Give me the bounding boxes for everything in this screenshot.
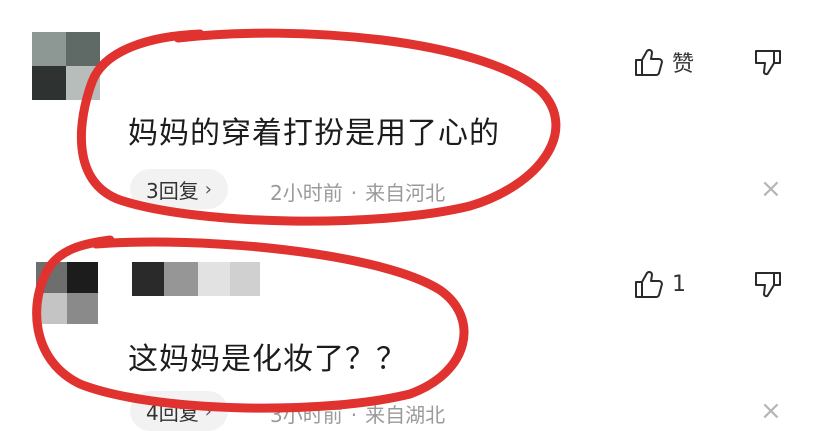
comment-text: 这妈妈是化妆了？？ <box>128 342 407 377</box>
avatar[interactable] <box>36 262 98 324</box>
comment-2: 这妈妈是化妆了？？ 4回复 › 3小时前 · 来自湖北 1 × <box>0 0 828 431</box>
comment-meta: 3小时前 · 来自湖北 <box>270 399 445 428</box>
chevron-right-icon: › <box>204 400 212 422</box>
close-icon[interactable]: × <box>760 398 782 424</box>
comment-time: 3小时前 <box>270 403 343 427</box>
comment-location: 来自湖北 <box>365 403 446 427</box>
thumbs-down-icon <box>752 270 784 302</box>
like-button[interactable]: 1 <box>632 268 686 300</box>
reply-count-button[interactable]: 4回复 › <box>130 391 228 431</box>
username[interactable] <box>132 262 272 298</box>
meta-separator: · <box>350 403 358 427</box>
like-count: 1 <box>672 271 686 297</box>
reply-count-label: 4回复 <box>146 400 199 425</box>
thumbs-up-icon <box>632 268 664 300</box>
dislike-button[interactable] <box>752 270 784 302</box>
